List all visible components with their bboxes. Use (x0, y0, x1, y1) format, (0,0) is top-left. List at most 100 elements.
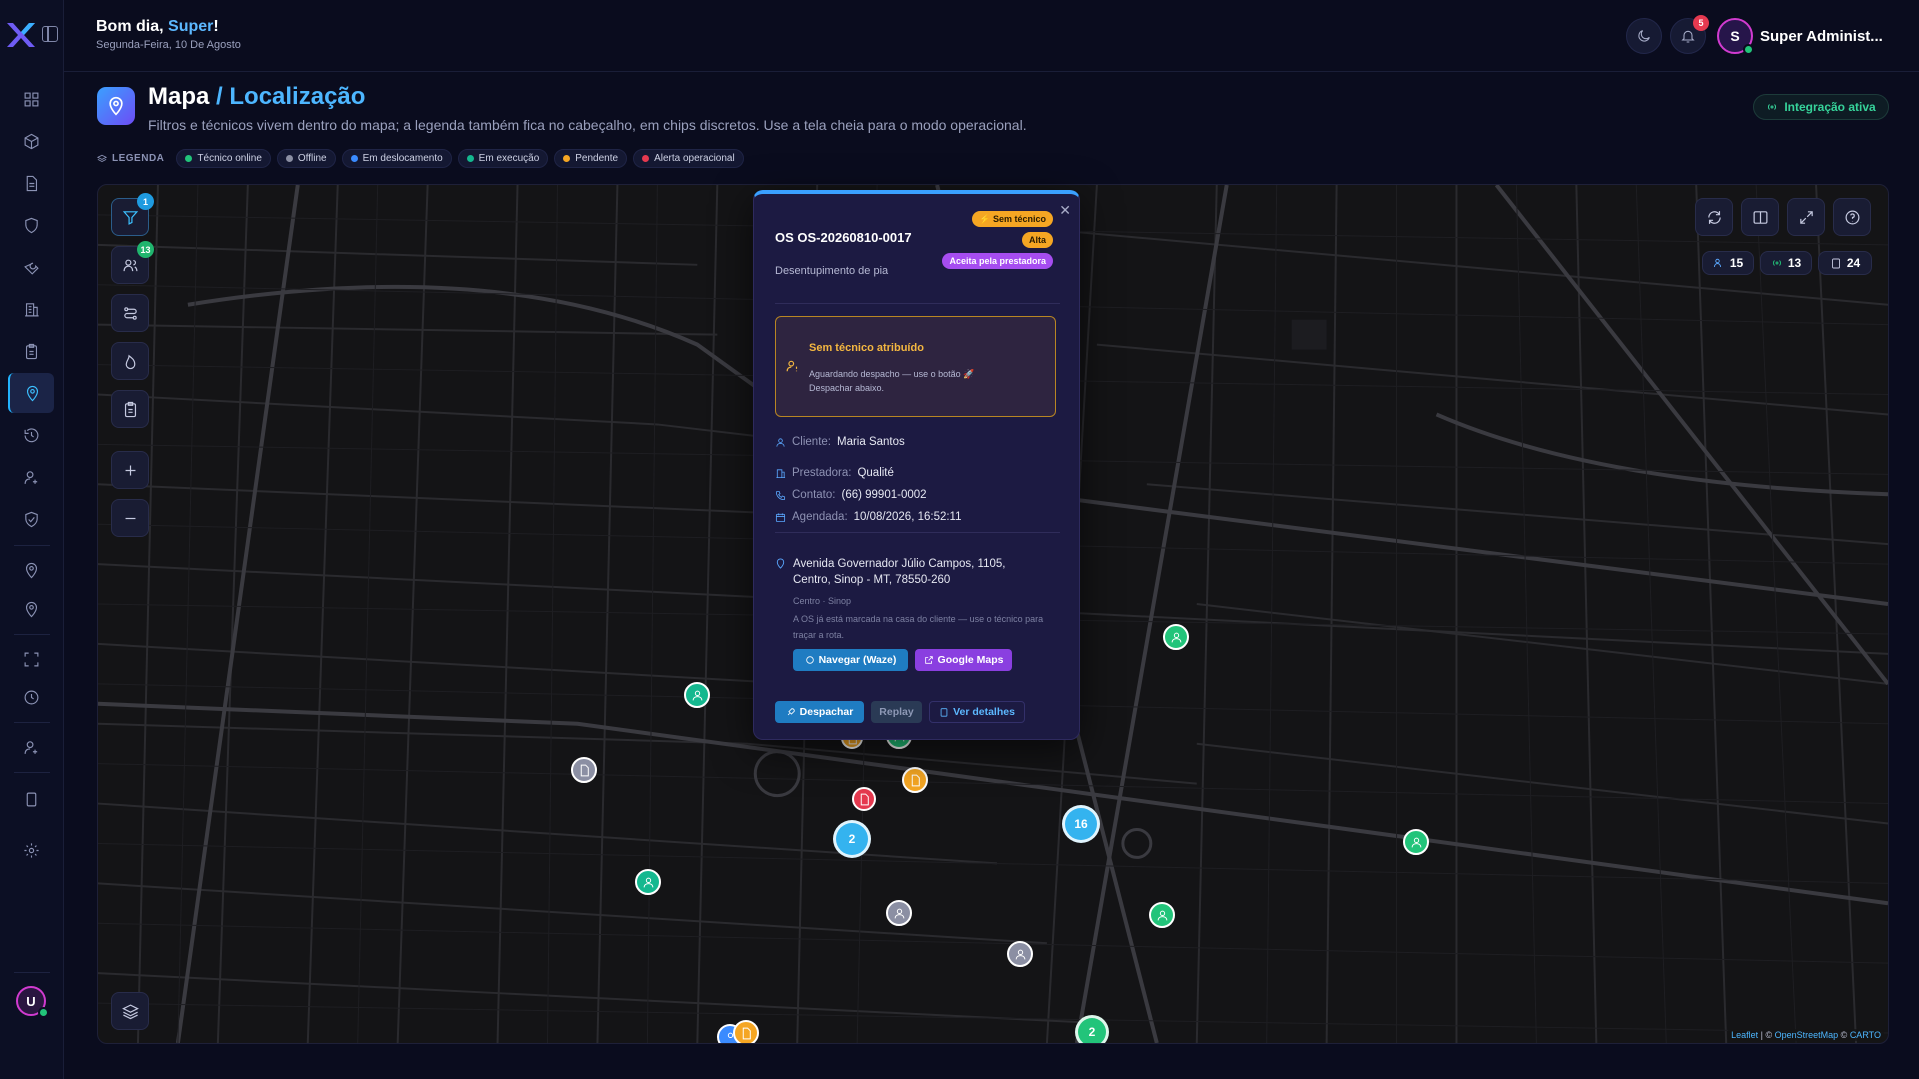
document-icon[interactable] (18, 170, 44, 196)
technician-marker[interactable] (1149, 902, 1175, 928)
legend-dot (642, 155, 650, 162)
location-icon[interactable] (18, 557, 44, 583)
technician-marker[interactable] (1403, 829, 1429, 855)
settings-icon[interactable] (18, 837, 44, 863)
page-title: Mapa / Localização (148, 83, 365, 111)
filter-badge: 1 (137, 193, 154, 210)
contact-label: Contato: (792, 489, 836, 501)
replay-button[interactable]: Replay (871, 701, 922, 723)
shield-icon[interactable] (18, 212, 44, 238)
refresh-button[interactable] (1695, 198, 1733, 236)
osm-link[interactable]: OpenStreetMap (1775, 1030, 1839, 1040)
order-marker-pending[interactable] (733, 1020, 759, 1043)
layers-button[interactable] (111, 992, 149, 1030)
divider (775, 303, 1060, 304)
building-icon[interactable] (18, 296, 44, 322)
heatmap-button[interactable] (111, 342, 149, 380)
technicians-badge: 13 (137, 241, 154, 258)
integration-status-label: Integração ativa (1784, 100, 1876, 114)
app-logo[interactable] (4, 18, 38, 52)
help-button[interactable] (1833, 198, 1871, 236)
user-icon (692, 690, 702, 700)
order-marker-pending[interactable] (902, 767, 928, 793)
box-icon[interactable] (18, 128, 44, 154)
technician-marker-offline[interactable] (1007, 941, 1033, 967)
profile-name[interactable]: Super Administ... (1760, 28, 1883, 45)
location-alt-icon[interactable] (18, 596, 44, 622)
map-cluster[interactable]: 2 (1075, 1015, 1109, 1043)
map-cluster[interactable]: 16 (1062, 805, 1100, 843)
technician-marker-offline[interactable] (886, 900, 912, 926)
order-marker-offline[interactable] (571, 757, 597, 783)
fullscreen-icon[interactable] (18, 646, 44, 672)
order-marker-alert[interactable] (852, 787, 876, 811)
page-map-icon (97, 87, 135, 125)
legend-chip-pending[interactable]: Pendente (554, 149, 628, 168)
technician-marker[interactable] (1163, 624, 1189, 650)
phone-icon (775, 490, 786, 500)
clipboard-icon[interactable] (18, 338, 44, 364)
technician-marker[interactable] (635, 869, 661, 895)
zoom-out-button[interactable] (111, 499, 149, 537)
breadcrumb: / Localização (216, 83, 366, 110)
no-technician-badge: ⚡ Sem técnico (972, 211, 1053, 227)
orders-button[interactable] (111, 390, 149, 428)
legend-chip-label: Técnico online (197, 153, 262, 164)
sidebar-toggle-icon[interactable] (42, 26, 58, 42)
greeting-name: Super (168, 18, 214, 35)
details-button[interactable]: Ver detalhes (929, 701, 1025, 723)
clock-icon[interactable] (18, 684, 44, 710)
map-pin-icon[interactable] (8, 373, 54, 413)
wrench-icon[interactable] (18, 254, 44, 280)
map-cluster[interactable]: 2 (833, 820, 871, 858)
legend-chip-offline[interactable]: Offline (276, 149, 336, 168)
provider-value: Qualité (857, 467, 894, 479)
greeting: Bom dia, Super! (96, 18, 219, 36)
layers-icon (121, 1003, 139, 1019)
legend-dot (563, 155, 571, 162)
dispatch-button[interactable]: Despachar (775, 701, 864, 723)
theme-toggle-button[interactable] (1626, 18, 1662, 54)
panel-icon (1753, 210, 1767, 224)
technicians-button[interactable]: 13 (111, 241, 154, 284)
warning-title: Sem técnico atribuído (809, 342, 924, 354)
moon-icon (1638, 30, 1650, 42)
notifications-button[interactable]: 5 (1670, 15, 1709, 54)
legend-chip-online[interactable]: Técnico online (176, 149, 271, 168)
zoom-in-button[interactable] (111, 451, 149, 489)
close-icon[interactable]: ✕ (1059, 202, 1071, 219)
shield-check-icon[interactable] (18, 506, 44, 532)
minus-icon (125, 517, 135, 519)
integration-status-badge[interactable]: Integração ativa (1753, 94, 1889, 120)
legend-chip-moving[interactable]: Em deslocamento (341, 149, 452, 168)
clipboard-icon (940, 708, 948, 717)
legend-chip-alert[interactable]: Alerta operacional (633, 149, 744, 168)
history-icon[interactable] (18, 422, 44, 448)
technician-marker[interactable] (684, 682, 710, 708)
scheduled-value: 10/08/2026, 16:52:11 (853, 511, 962, 523)
google-maps-button[interactable]: Google Maps (915, 649, 1012, 671)
expand-icon (1799, 210, 1813, 224)
notifications-badge: 5 (1693, 15, 1709, 31)
nav-divider (14, 772, 50, 773)
tablet-icon[interactable] (18, 786, 44, 812)
user-settings-icon[interactable] (18, 734, 44, 760)
user-gear-icon[interactable] (18, 464, 44, 490)
waze-button[interactable]: Navegar (Waze) (793, 649, 908, 671)
carto-link[interactable]: CARTO (1850, 1030, 1881, 1040)
users-icon (1713, 258, 1721, 268)
replay-button-label: Replay (879, 706, 914, 718)
route-button[interactable] (111, 294, 149, 332)
user-alert-icon (786, 360, 798, 372)
legend-chip-executing[interactable]: Em execução (457, 149, 549, 168)
fullscreen-button[interactable] (1787, 198, 1825, 236)
contact-value: (66) 99901-0002 (841, 489, 927, 501)
legend-dot (285, 155, 293, 162)
filter-button[interactable]: 1 (111, 193, 154, 236)
stat-technicians-value: 15 (1729, 256, 1744, 270)
dashboard-icon[interactable] (18, 86, 44, 112)
panel-toggle-button[interactable] (1741, 198, 1779, 236)
leaflet-link[interactable]: Leaflet (1731, 1030, 1758, 1040)
document-icon (911, 774, 920, 786)
order-note: A OS já está marcada na casa do cliente … (793, 614, 1044, 640)
